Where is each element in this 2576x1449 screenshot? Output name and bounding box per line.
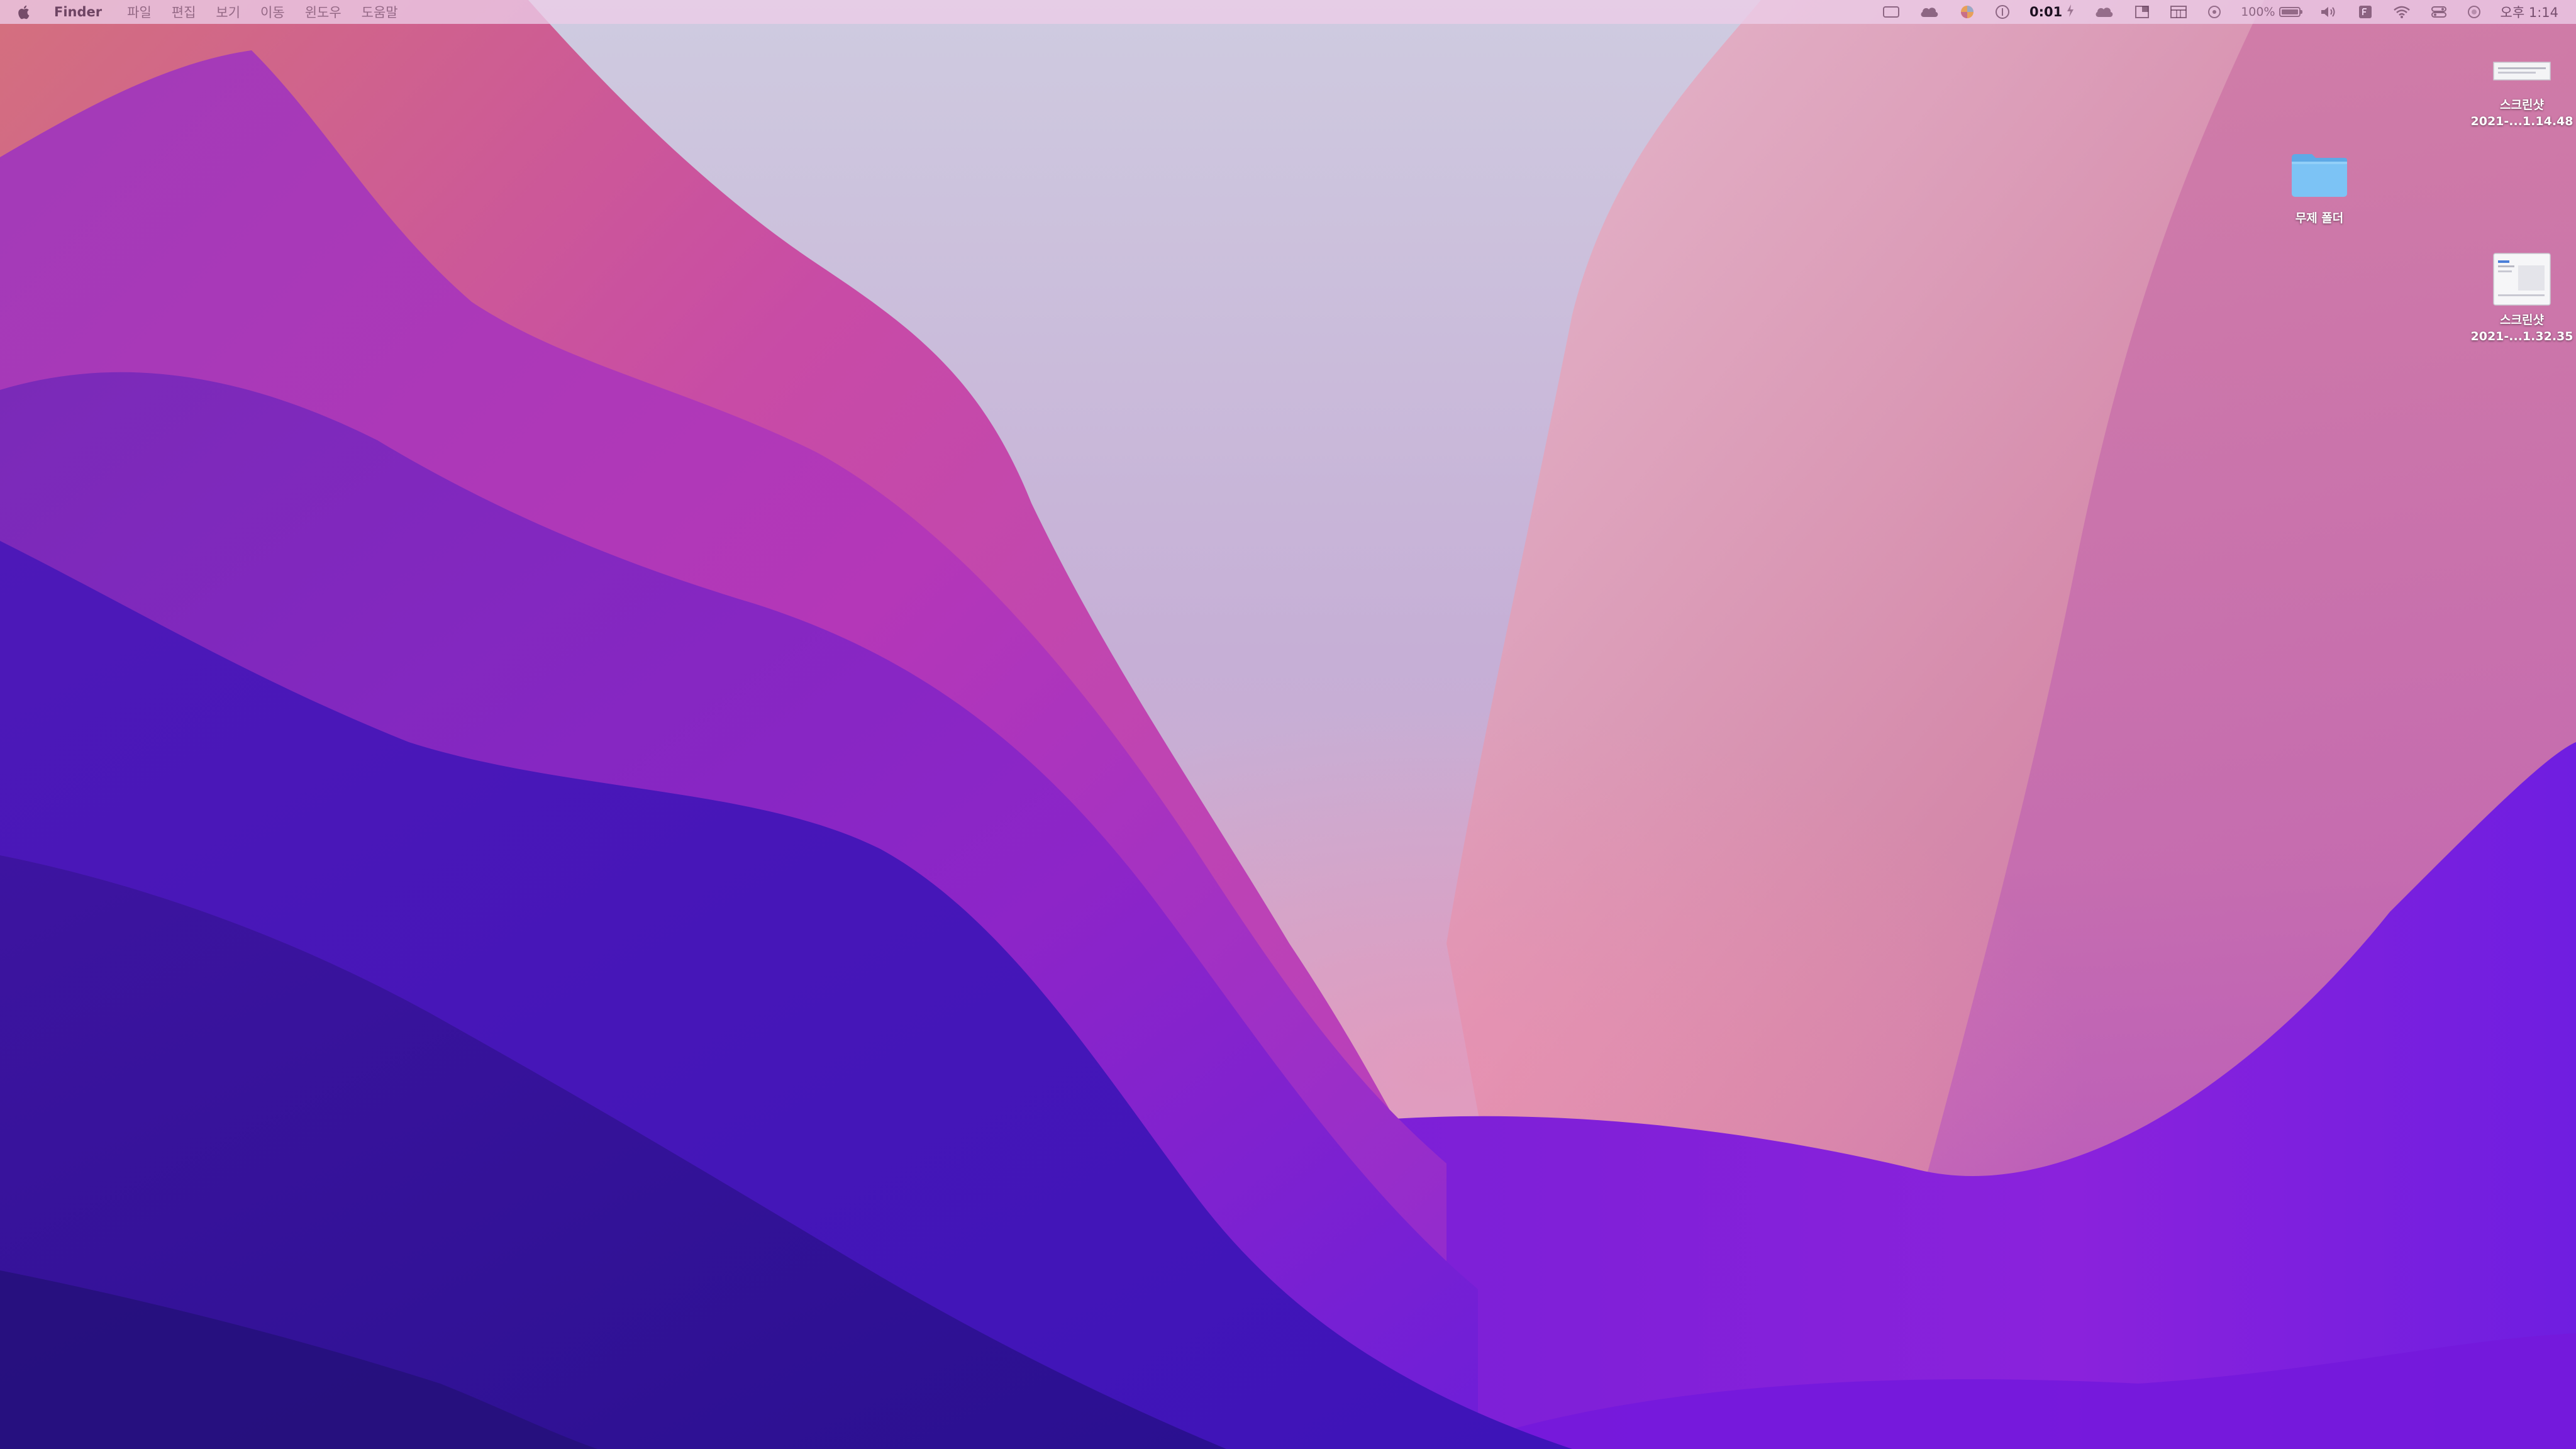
battery-percent: 100%: [2241, 5, 2275, 19]
desktop-file-name-line2: 2021-...1.14.48: [2470, 114, 2573, 128]
screen-mirroring-icon[interactable]: [1882, 0, 1900, 24]
desktop-file-label: 스크린샷 2021-...1.32.35: [2471, 312, 2573, 345]
wifi-icon[interactable]: [2392, 0, 2411, 24]
desktop-folder-name: 무제 폴더: [2295, 211, 2344, 225]
cloud-app-icon[interactable]: [1919, 0, 1940, 24]
battery-level-fill: [2281, 9, 2298, 14]
menu-view[interactable]: 보기: [216, 3, 240, 21]
apple-menu-icon[interactable]: [16, 3, 33, 21]
menu-clock[interactable]: 오후 1:14: [2501, 0, 2558, 24]
color-wheel-icon[interactable]: [1959, 0, 1975, 24]
desktop-wallpaper: [0, 0, 2576, 1449]
menu-go[interactable]: 이동: [260, 3, 285, 21]
desktop-file-screenshot[interactable]: 스크린샷 2021-...1.14.48: [2468, 49, 2575, 130]
control-center-icon[interactable]: [2430, 0, 2448, 24]
battery-icon: [2279, 7, 2302, 17]
volume-icon[interactable]: [2319, 0, 2338, 24]
menu-app-finder[interactable]: Finder: [54, 4, 102, 19]
desktop-folder-untitled[interactable]: 무제 폴더: [2266, 143, 2373, 226]
desktop: Finder 파일 편집 보기 이동 윈도우 도움말 0:01 100% 오후 …: [0, 0, 2576, 1449]
siri-icon[interactable]: [2467, 0, 2482, 24]
menu-bar: Finder 파일 편집 보기 이동 윈도우 도움말 0:01 100% 오후 …: [0, 0, 2576, 24]
window-grid-icon[interactable]: [2134, 0, 2150, 24]
desktop-file-screenshot-2[interactable]: 스크린샷 2021-...1.32.35: [2468, 250, 2575, 345]
calendar-app-icon[interactable]: [2169, 0, 2188, 24]
menu-help[interactable]: 도움말: [362, 3, 398, 21]
menu-bar-left: Finder 파일 편집 보기 이동 윈도우 도움말: [0, 0, 418, 24]
desktop-file-name-line1: 스크린샷: [2500, 98, 2544, 112]
cloud-icon[interactable]: [2094, 0, 2115, 24]
screenshot-thumbnail-icon: [2484, 250, 2560, 308]
timer-status[interactable]: 0:01: [2029, 0, 2075, 24]
menu-edit[interactable]: 편집: [172, 3, 196, 21]
screenshot-thumbnail-icon: [2484, 49, 2560, 93]
keyboard-input-icon[interactable]: [2357, 0, 2373, 24]
folder-icon: [2282, 143, 2357, 206]
menu-file[interactable]: 파일: [127, 3, 152, 21]
bolt-icon: [2066, 4, 2075, 21]
desktop-file-label: 스크린샷 2021-...1.14.48: [2471, 97, 2573, 130]
desktop-file-name-line2: 2021-...1.32.35: [2470, 330, 2573, 343]
menu-window[interactable]: 윈도우: [305, 3, 341, 21]
battery-status[interactable]: 100%: [2241, 0, 2302, 24]
timer-text: 0:01: [2029, 4, 2063, 19]
desktop-file-name-line1: 스크린샷: [2500, 313, 2544, 327]
desktop-folder-label: 무제 폴더: [2296, 210, 2344, 226]
record-icon[interactable]: [2207, 0, 2222, 24]
info-circle-icon[interactable]: [1994, 0, 2011, 24]
menu-bar-status: 0:01 100% 오후 1:14: [1863, 0, 2576, 24]
